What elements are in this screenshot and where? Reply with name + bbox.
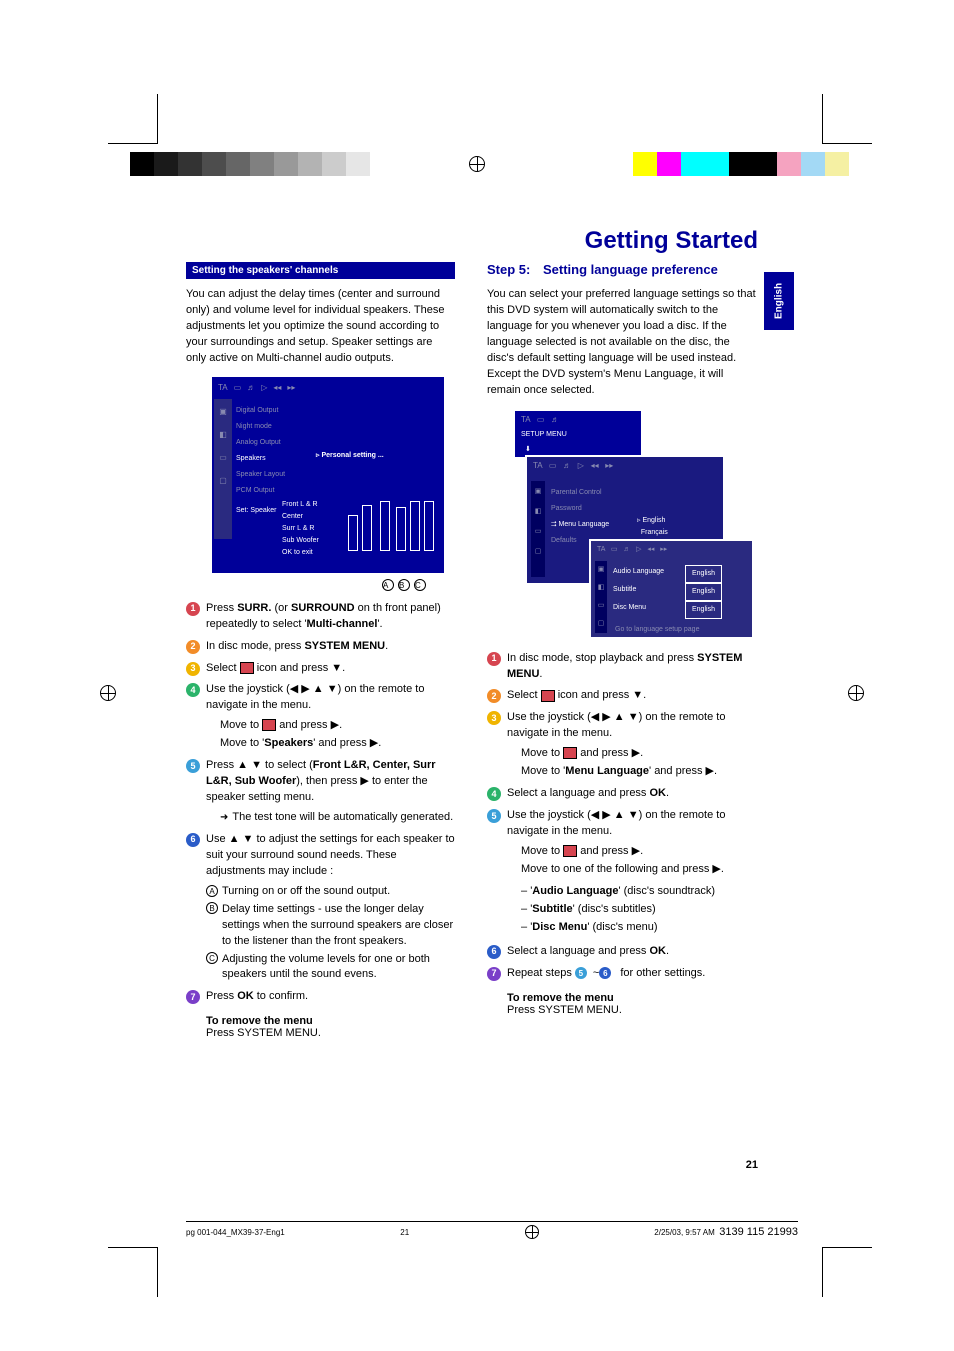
intro-left: You can adjust the delay times (center a… [186,287,455,367]
row-label: Disc Menu [613,601,679,619]
rstep-6: 6 Select a language and press OK. [487,944,756,960]
remove-menu-left: To remove the menu Press SYSTEM MENU. [206,1015,455,1039]
rstep-1: 1 In disc mode, stop playback and press … [487,651,756,683]
menu-item: Parental Control [551,485,609,501]
menu-item: PCM Output [236,483,312,499]
hint-text: Go to language setup page [615,626,699,633]
menu-item: Analog Output [236,435,312,451]
step-1: 1 Press SURR. (or SURROUND on th front p… [186,601,455,633]
section-header-speakers: Setting the speakers' channels [186,262,455,279]
footer-date: 2/25/03, 9:57 AM [654,1228,715,1237]
crop-tl [108,94,158,144]
menu-item: Night mode [236,419,312,435]
target-left [100,685,116,701]
step-6: 6 Use ▲ ▼ to adjust the settings for eac… [186,832,455,983]
lang-icon [563,845,577,857]
language-tab: English [764,272,794,330]
step-2: 2 In disc mode, press SYSTEM MENU. [186,639,455,655]
footer: pg 001-044_MX39-37-Eng1 21 2/25/03, 9:57… [186,1225,798,1239]
page-title: Getting Started [585,227,758,255]
sublist-item: Front L & R [282,499,344,511]
setup-menu-label: SETUP MENU [521,431,567,438]
menu-item-active: Menu Language [559,521,610,528]
menu-item-active: Speakers [236,451,312,467]
speakers-menu-diagram: TA▭♬▷◂◂▸▸ ▣◧▭▢ Digital Output Night mode… [212,377,444,573]
step-7: 7 Press OK to confirm. [186,989,455,1005]
page-number: 21 [746,1159,758,1171]
nav-icon [262,719,276,731]
lang-option: English [642,517,665,524]
step5-title: Step 5: Setting language preference [487,262,756,277]
abc-labels: ABC [382,579,430,591]
language-menu-diagram: TA ▭ ♬ SETUP MENU ⬇ TA ▭ ♬ ▷ ◂◂ ▸▸ ▣◧▭▢ … [513,409,747,637]
row-value: English [685,583,722,601]
rstep-5: 5 Use the joystick (◀ ▶ ▲ ▼) on the remo… [487,808,756,938]
row-label: Subtitle [613,583,679,601]
menu-item: Password [551,501,609,517]
step-4: 4 Use the joystick (◀ ▶ ▲ ▼) on the remo… [186,682,455,752]
crop-tr [822,94,872,144]
row-value: English [685,565,722,583]
menu-item: Digital Output [236,403,312,419]
target-right [848,685,864,701]
intro-right: You can select your preferred language s… [487,287,756,399]
footer-center: 21 [400,1228,409,1237]
tools-icon [541,690,555,702]
target-top [469,156,485,172]
rstep-2: 2 Select icon and press ▼. [487,688,756,704]
step-3: 3 Select icon and press ▼. [186,661,455,677]
right-column: Step 5: Setting language preference You … [487,262,756,1039]
crop-br [822,1247,872,1297]
sublist-item: Sub Woofer [282,535,344,547]
remove-menu-right: To remove the menu Press SYSTEM MENU. [507,992,756,1016]
crop-bl [108,1247,158,1297]
lock-icon [563,747,577,759]
tools-icon [240,662,254,674]
footer-left: pg 001-044_MX39-37-Eng1 [186,1228,285,1237]
menu-item: Speaker Layout [236,467,312,483]
sublist-item: Center [282,511,344,523]
rstep-3: 3 Use the joystick (◀ ▶ ▲ ▼) on the remo… [487,710,756,780]
rstep-7: 7 Repeat steps 5~6 for other settings. [487,966,756,982]
step-5: 5 Press ▲ ▼ to select (Front L&R, Center… [186,758,455,826]
sublist-item: OK to exit [282,547,344,559]
row-value: English [685,601,722,619]
row-label: Audio Language [613,565,679,583]
sublist-item: Surr L & R [282,523,344,535]
lang-option: Français [641,529,668,536]
rstep-4: 4 Select a language and press OK. [487,786,756,802]
footer-target-icon [525,1225,539,1239]
left-column: Setting the speakers' channels You can a… [186,262,455,1039]
personal-setting-label: Personal setting ... [321,452,383,459]
footer-code: 3139 115 21993 [719,1226,798,1238]
